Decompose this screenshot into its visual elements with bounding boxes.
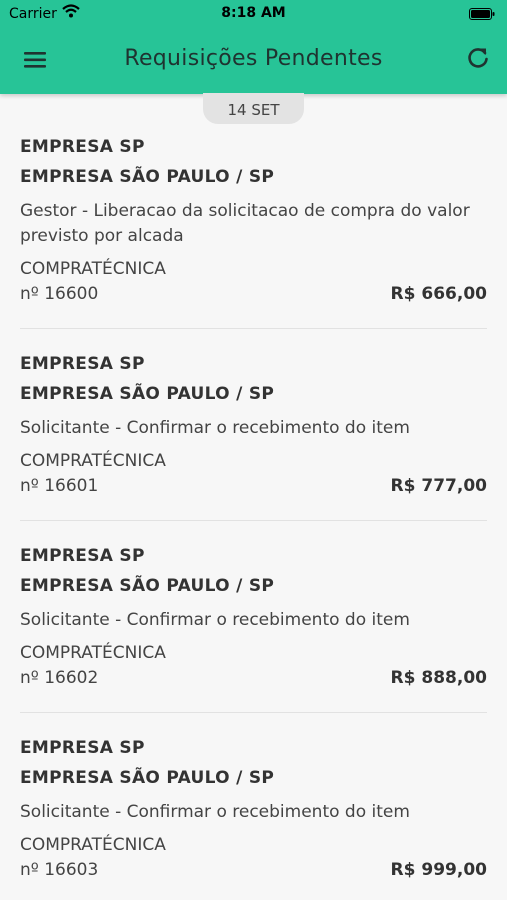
company-name: EMPRESA SP [20,738,145,758]
task-description: Solicitante - Confirmar o recebimento do… [20,802,410,822]
app-header: Carrier 8:18 AM Requisições Pendentes [0,0,507,94]
status-bar: Carrier 8:18 AM [0,0,507,28]
request-footer: nº 16601 R$ 777,00 [20,474,487,504]
request-item[interactable]: EMPRESA SP EMPRESA SÃO PAULO / SP Solici… [0,733,507,888]
request-value: R$ 999,00 [390,860,487,880]
task-description: Solicitante - Confirmar o recebimento do… [20,610,410,630]
request-number: nº 16601 [20,476,99,496]
request-value: R$ 777,00 [390,476,487,496]
date-group-label: 14 SET [203,93,304,124]
request-footer: nº 16602 R$ 888,00 [20,666,487,696]
request-item[interactable]: EMPRESA SP EMPRESA SÃO PAULO / SP Solici… [0,541,507,696]
request-item[interactable]: EMPRESA SP EMPRESA SÃO PAULO / SP Solici… [0,349,507,504]
task-description: Gestor - Liberacao da solicitacao de com… [20,201,470,246]
request-type: COMPRATÉCNICA [20,835,166,855]
request-number: nº 16600 [20,284,99,304]
request-type: COMPRATÉCNICA [20,451,166,471]
request-number: nº 16602 [20,668,99,688]
divider [20,520,487,521]
request-type: COMPRATÉCNICA [20,259,166,279]
battery-icon [469,8,495,24]
divider [20,712,487,713]
task-description: Solicitante - Confirmar o recebimento do… [20,418,410,438]
request-value: R$ 888,00 [390,668,487,688]
refresh-icon[interactable] [465,45,491,71]
page-title: Requisições Pendentes [124,46,383,71]
branch-name: EMPRESA SÃO PAULO / SP [20,167,275,187]
navigation-bar: Requisições Pendentes [0,36,507,84]
request-item[interactable]: EMPRESA SP EMPRESA SÃO PAULO / SP Gestor… [0,132,507,312]
branch-name: EMPRESA SÃO PAULO / SP [20,576,275,596]
request-number: nº 16603 [20,860,99,880]
request-value: R$ 666,00 [390,284,487,304]
request-type: COMPRATÉCNICA [20,643,166,663]
requests-list: EMPRESA SP EMPRESA SÃO PAULO / SP Gestor… [0,132,507,888]
branch-name: EMPRESA SÃO PAULO / SP [20,768,275,788]
company-name: EMPRESA SP [20,354,145,374]
status-time: 8:18 AM [221,5,286,21]
branch-name: EMPRESA SÃO PAULO / SP [20,384,275,404]
company-name: EMPRESA SP [20,546,145,566]
request-footer: nº 16603 R$ 999,00 [20,858,487,888]
request-footer: nº 16600 R$ 666,00 [20,282,487,312]
divider [20,328,487,329]
company-name: EMPRESA SP [20,137,145,157]
